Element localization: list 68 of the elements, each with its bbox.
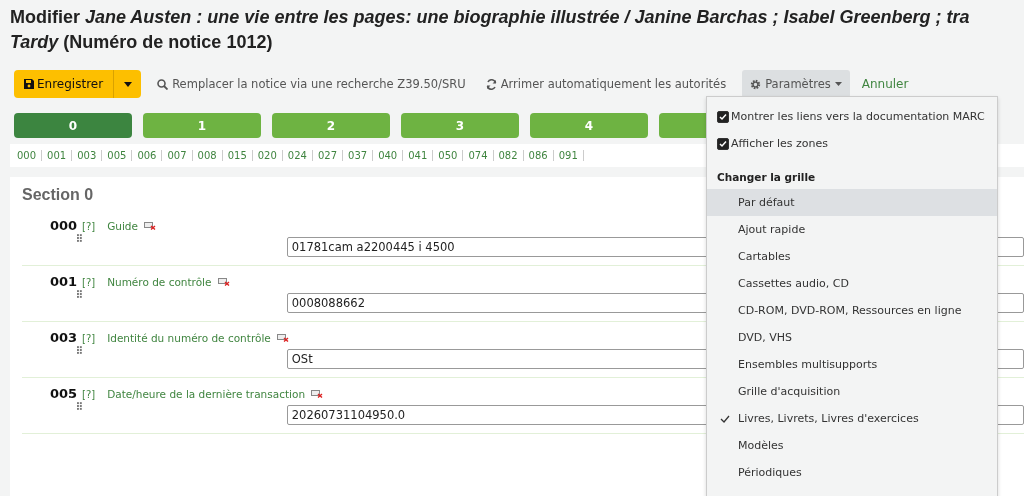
- field-tag: 003: [50, 330, 76, 345]
- help-link[interactable]: [?]: [82, 221, 96, 232]
- tag-link[interactable]: 074: [463, 150, 494, 161]
- field-label[interactable]: Guide: [107, 220, 138, 232]
- field-label[interactable]: Numéro de contrôle: [107, 276, 212, 288]
- checkbox[interactable]: [717, 137, 729, 150]
- field-label[interactable]: Identité du numéro de contrôle: [107, 332, 271, 344]
- help-link[interactable]: [?]: [82, 389, 96, 400]
- tag-link[interactable]: 041: [403, 150, 434, 161]
- page-title: Modifier Jane Austen : une vie entre les pages: une biographie illustrée / Janine Barchas ; Isabel Greenberg ; tra: [10, 6, 971, 29]
- tag-link[interactable]: 037: [343, 150, 374, 161]
- tag-link[interactable]: 005: [102, 150, 133, 161]
- refresh-icon: [485, 78, 497, 90]
- delete-field-icon[interactable]: [143, 222, 156, 230]
- tag-link[interactable]: 086: [523, 150, 554, 161]
- tag-link[interactable]: 050: [433, 150, 464, 161]
- tag-link[interactable]: 024: [282, 150, 313, 161]
- section-tab[interactable]: 0: [14, 113, 132, 138]
- drag-handle-icon[interactable]: [77, 234, 82, 242]
- framework-menu-item[interactable]: Modèles: [707, 432, 997, 459]
- framework-menu-item[interactable]: Grille d'acquisition: [707, 378, 997, 405]
- tag-link[interactable]: 040: [373, 150, 404, 161]
- section-tab[interactable]: 2: [272, 113, 390, 138]
- section-tab[interactable]: 1: [143, 113, 261, 138]
- delete-field-icon[interactable]: [311, 390, 324, 398]
- link-authorities-button[interactable]: Arrimer automatiquement les autorités: [481, 70, 731, 98]
- tag-link[interactable]: 008: [192, 150, 223, 161]
- framework-menu-item[interactable]: DVD, VHS: [707, 324, 997, 351]
- tag-link[interactable]: 082: [493, 150, 524, 161]
- tag-link[interactable]: 091: [553, 150, 584, 161]
- drag-handle-icon[interactable]: [77, 402, 82, 410]
- help-link[interactable]: [?]: [82, 333, 96, 344]
- cancel-link[interactable]: Annuler: [861, 77, 909, 91]
- field-tag: 005: [50, 386, 76, 401]
- tag-link[interactable]: 027: [312, 150, 344, 161]
- menu-header: Changer la grille: [716, 170, 817, 185]
- caret-icon: [123, 81, 132, 87]
- section-tab[interactable]: 3: [401, 113, 519, 138]
- tag-link[interactable]: 020: [252, 150, 283, 161]
- field-label[interactable]: Date/heure de la dernière transaction: [107, 388, 306, 400]
- save-options-button[interactable]: [113, 70, 142, 98]
- drag-handle-icon[interactable]: [77, 346, 82, 354]
- page-title: Tardy (Numéro de notice 1012): [10, 31, 274, 54]
- replace-record-button[interactable]: Remplacer la notice via une recherche Z39.50/SRU: [153, 70, 470, 98]
- menu-option[interactable]: Montrer les liens vers la documentation MARC: [707, 103, 997, 130]
- drag-handle-icon[interactable]: [77, 290, 82, 298]
- help-link[interactable]: [?]: [82, 277, 96, 288]
- checkbox[interactable]: [717, 110, 729, 123]
- section-title: Section 0: [22, 186, 94, 204]
- tag-link[interactable]: 000: [12, 150, 43, 161]
- tag-link[interactable]: 006: [132, 150, 163, 161]
- tag-link[interactable]: 007: [162, 150, 193, 161]
- delete-field-icon[interactable]: [217, 278, 230, 286]
- tag-link[interactable]: 015: [222, 150, 253, 161]
- framework-menu-item[interactable]: Par défaut: [707, 189, 997, 216]
- tag-link[interactable]: 003: [72, 150, 103, 161]
- section-tab[interactable]: 4: [530, 113, 648, 138]
- search-icon: [157, 78, 169, 90]
- tag-link[interactable]: 001: [42, 150, 73, 161]
- field-tag: 001: [50, 274, 76, 289]
- field-tag: 000: [50, 218, 76, 233]
- framework-menu-item[interactable]: Périodiques: [707, 459, 997, 486]
- menu-option[interactable]: Afficher les zones: [707, 130, 997, 157]
- caret-icon: [834, 82, 842, 86]
- save-button[interactable]: Enregistrer: [14, 70, 114, 98]
- settings-button[interactable]: Paramètres: [742, 70, 850, 98]
- settings-icon: [750, 78, 762, 90]
- delete-field-icon[interactable]: [276, 334, 289, 342]
